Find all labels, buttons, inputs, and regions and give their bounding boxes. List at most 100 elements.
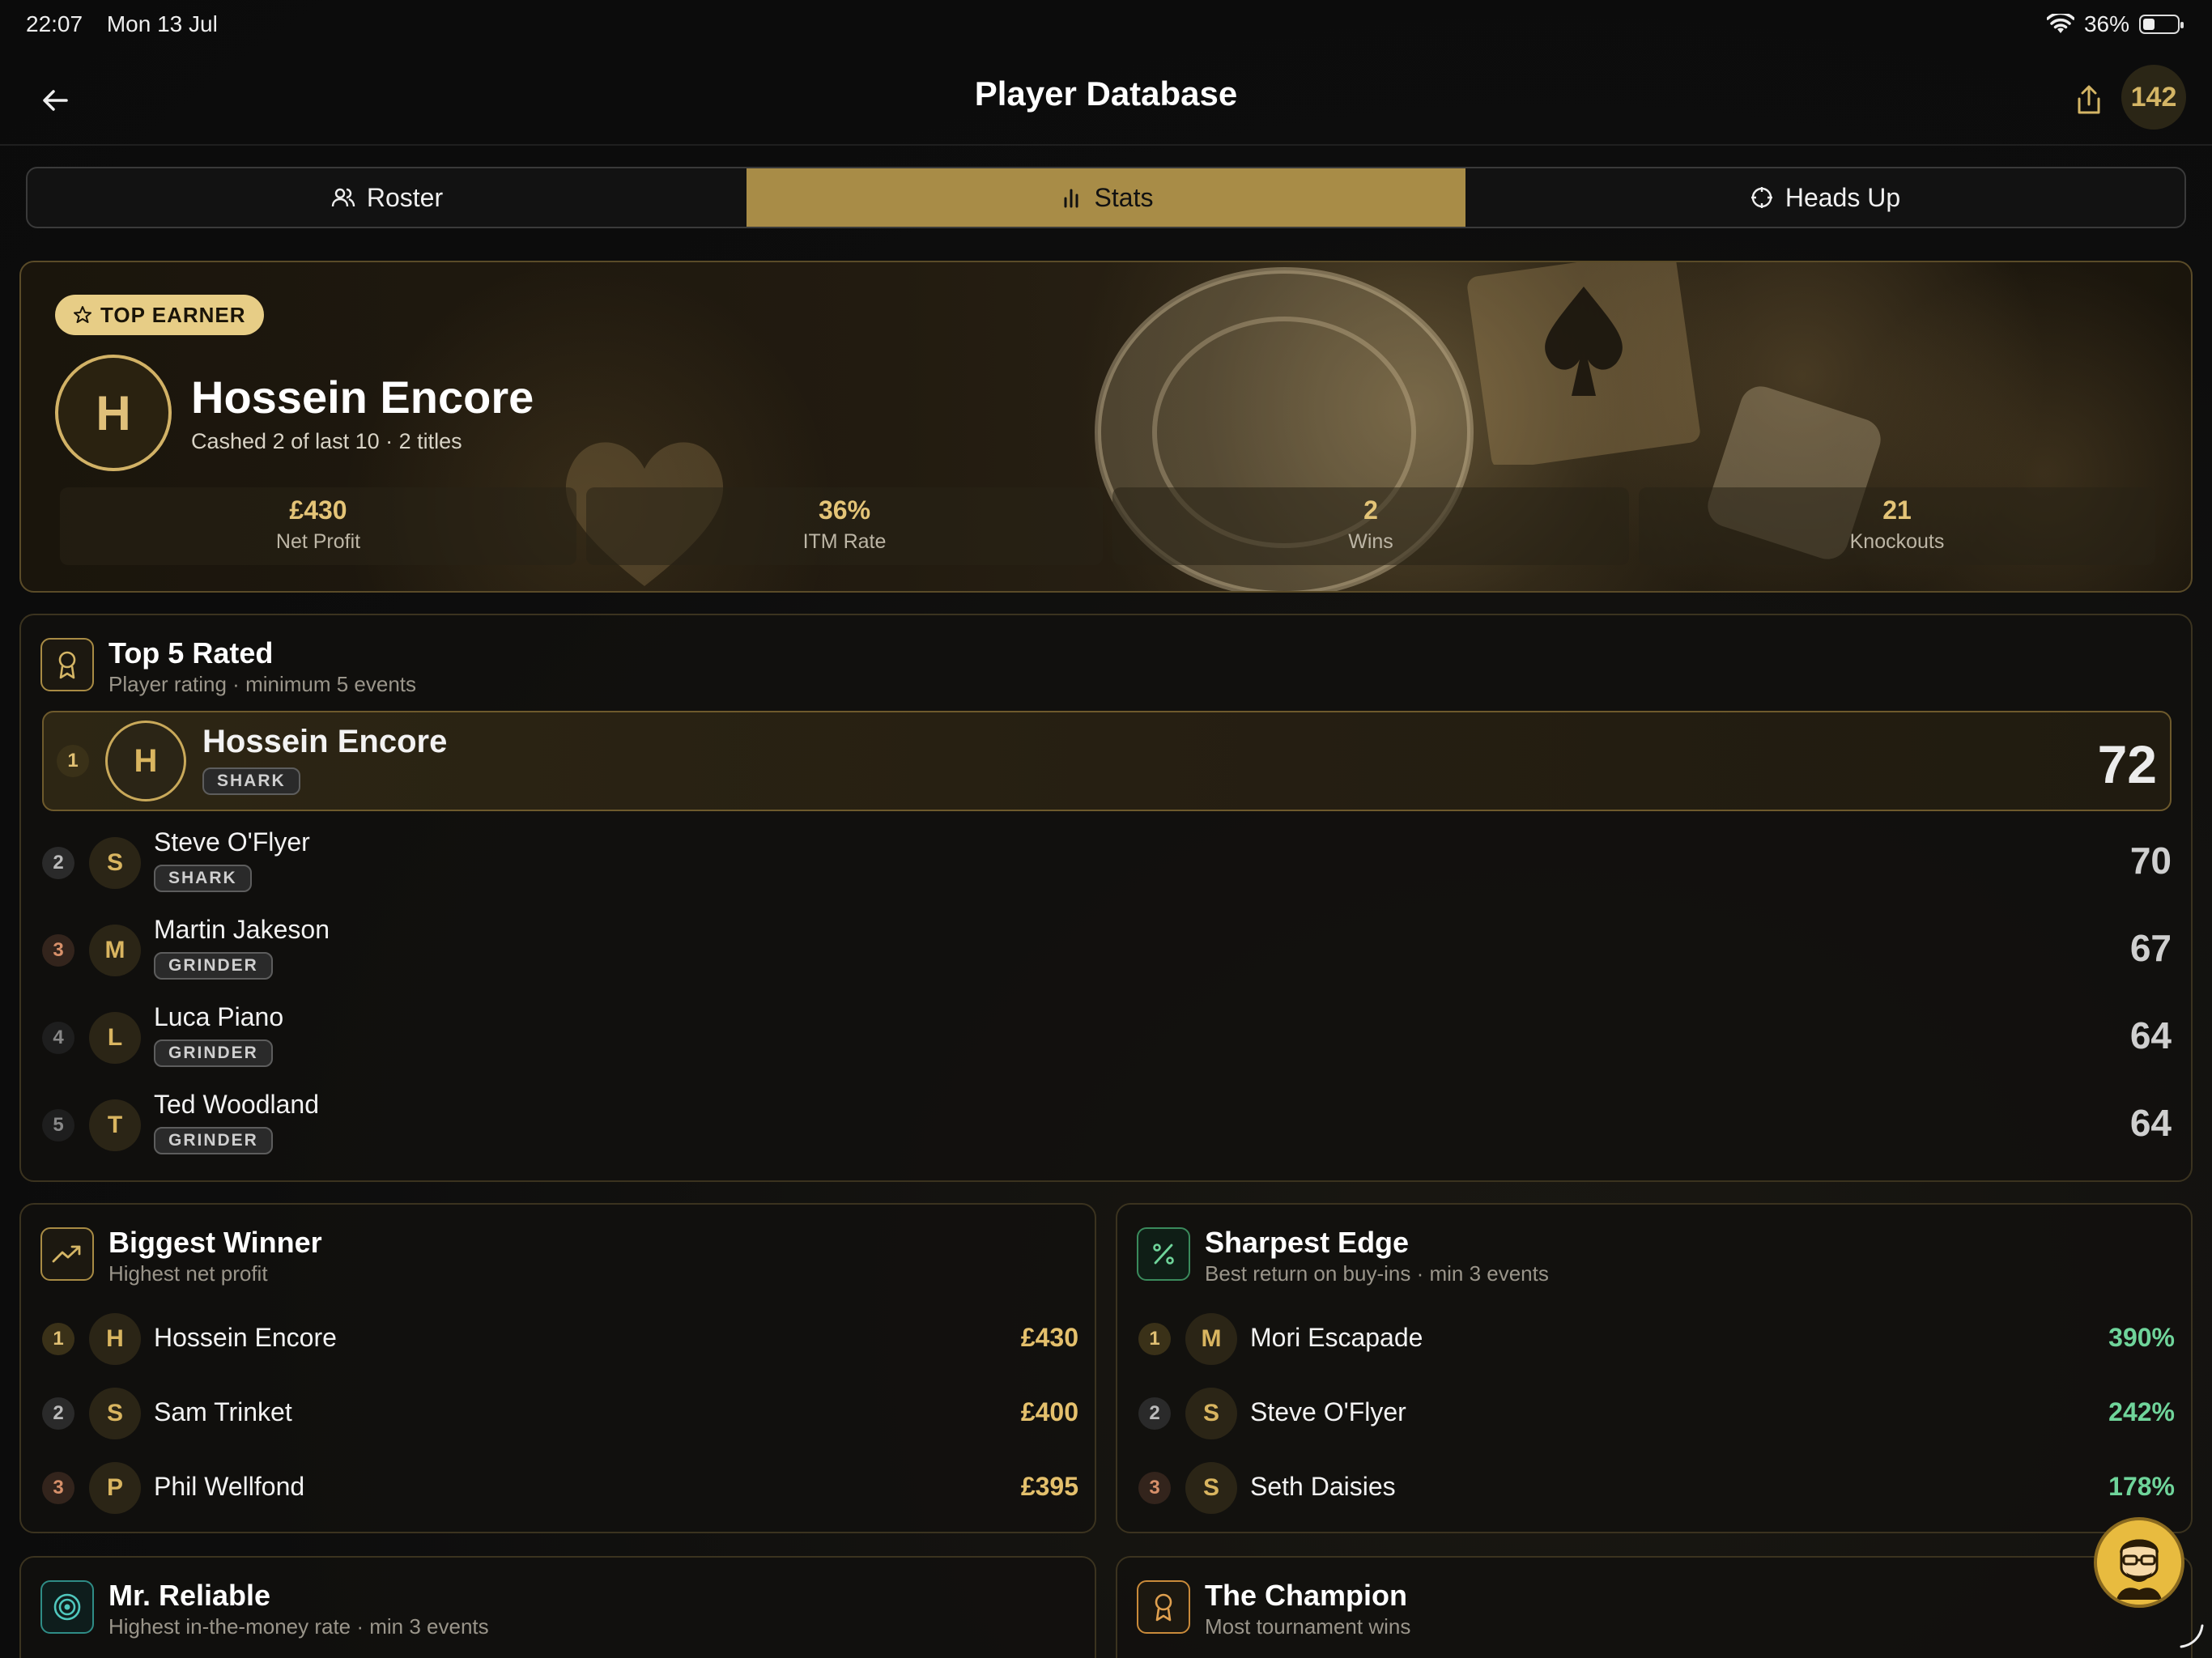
top-earner-label: TOP EARNER <box>100 302 246 327</box>
card-subtitle: Best return on buy-ins · min 3 events <box>1205 1261 1549 1286</box>
tab-stats-label: Stats <box>1094 182 1154 212</box>
card-title: Sharpest Edge <box>1205 1226 1410 1259</box>
segmented-tabs: Roster Stats Heads Up <box>26 167 2186 228</box>
avatar: S <box>89 1388 141 1439</box>
player-name: Phil Wellfond <box>154 1472 305 1501</box>
stat-value: 36% <box>818 495 871 525</box>
award-icon <box>1137 1580 1190 1634</box>
avatar: L <box>89 1012 141 1064</box>
card-title: Top 5 Rated <box>108 636 274 670</box>
top-rated-row-1[interactable]: 1 H Hossein Encore SHARK 72 <box>42 711 2172 811</box>
hero-avatar: H <box>55 355 172 471</box>
award-icon <box>40 638 94 691</box>
card-subtitle: Highest in-the-money rate · min 3 events <box>108 1614 489 1639</box>
stat-value: 2 <box>1363 495 1378 525</box>
player-name: Luca Piano <box>154 1002 284 1031</box>
the-champion-card: The Champion Most tournament wins <box>1116 1556 2193 1658</box>
trending-up-icon <box>40 1227 94 1281</box>
tab-roster-label: Roster <box>366 182 444 212</box>
mr-reliable-card: Mr. Reliable Highest in-the-money rate ·… <box>19 1556 1096 1658</box>
rank-badge: 2 <box>42 1397 74 1430</box>
page-title: Player Database <box>974 74 1238 113</box>
rank-badge: 1 <box>1138 1323 1171 1355</box>
stat-label: Net Profit <box>275 530 361 553</box>
player-score: 67 <box>2129 927 2172 969</box>
stat-value: 21 <box>1882 495 1912 525</box>
biggest-winner-row-2[interactable]: 2 S Sam Trinket £400 <box>42 1381 1078 1446</box>
top-rated-row-2[interactable]: 2 S Steve O'Flyer SHARK 70 <box>42 819 2172 907</box>
player-name: Steve O'Flyer <box>154 827 310 857</box>
rank-badge: 2 <box>1138 1397 1171 1430</box>
biggest-winner-card: Biggest Winner Highest net profit 1 H Ho… <box>19 1203 1096 1533</box>
player-value: £430 <box>1020 1323 1078 1352</box>
battery-fill <box>2143 19 2155 30</box>
stat-net-profit: £430 Net Profit <box>60 487 576 565</box>
player-tag: GRINDER <box>154 1039 273 1067</box>
sharpest-edge-row-1[interactable]: 1 M Mori Escapade 390% <box>1138 1307 2175 1371</box>
share-icon <box>2078 85 2100 114</box>
avatar: H <box>105 721 186 801</box>
hero-subtitle: Cashed 2 of last 10 · 2 titles <box>191 429 462 453</box>
player-value: 178% <box>2108 1472 2175 1501</box>
player-name: Mori Escapade <box>1250 1323 1423 1352</box>
rank-badge: 3 <box>42 1472 74 1504</box>
scroll-corner-icon <box>2180 1624 2204 1648</box>
tab-heads-up[interactable]: Heads Up <box>1465 168 2184 227</box>
player-value: 390% <box>2108 1323 2175 1352</box>
stat-knockouts: 21 Knockouts <box>1639 487 2155 565</box>
status-right: 36% <box>2046 11 2184 37</box>
biggest-winner-row-3[interactable]: 3 P Phil Wellfond £395 <box>42 1456 1078 1520</box>
player-name: Seth Daisies <box>1250 1472 1396 1501</box>
share-button[interactable] <box>2066 78 2112 123</box>
player-value: £395 <box>1020 1472 1078 1501</box>
status-left: 22:07 Mon 13 Jul <box>26 11 236 37</box>
sharpest-edge-row-2[interactable]: 2 S Steve O'Flyer 242% <box>1138 1381 2175 1446</box>
tab-stats[interactable]: Stats <box>747 168 1465 227</box>
status-date: Mon 13 Jul <box>106 11 218 36</box>
card-title: Mr. Reliable <box>108 1579 271 1612</box>
card-subtitle: Most tournament wins <box>1205 1614 1411 1639</box>
tab-heads-up-label: Heads Up <box>1784 182 1901 212</box>
player-value: £400 <box>1020 1397 1078 1426</box>
battery-percent: 36% <box>2083 11 2129 36</box>
rank-badge: 3 <box>42 934 74 967</box>
player-name: Ted Woodland <box>154 1090 319 1119</box>
users-icon <box>331 188 355 207</box>
top-rated-row-5[interactable]: 5 T Ted Woodland GRINDER 64 <box>42 1082 2172 1169</box>
wifi-icon <box>2046 14 2074 33</box>
top-rated-row-3[interactable]: 3 M Martin Jakeson GRINDER 67 <box>42 907 2172 994</box>
player-name: Martin Jakeson <box>154 915 330 944</box>
avatar: S <box>1185 1388 1237 1439</box>
percent-icon <box>1137 1227 1190 1281</box>
assistant-avatar-button[interactable] <box>2094 1517 2184 1608</box>
hero-player-name: Hossein Encore <box>191 372 534 423</box>
star-icon <box>74 306 91 323</box>
card-subtitle: Highest net profit <box>108 1261 268 1286</box>
top-5-rated-card: Top 5 Rated Player rating · minimum 5 ev… <box>19 614 2193 1182</box>
nav-bar: Player Database 142 <box>0 50 2212 146</box>
top-earner-card[interactable]: TOP EARNER H Hossein Encore Cashed 2 of … <box>19 261 2193 593</box>
player-score: 72 <box>2097 734 2157 794</box>
player-name: Sam Trinket <box>154 1397 292 1426</box>
assistant-avatar-icon <box>2097 1520 2181 1605</box>
stat-itm-rate: 36% ITM Rate <box>586 487 1103 565</box>
player-score: 64 <box>2129 1102 2172 1144</box>
biggest-winner-row-1[interactable]: 1 H Hossein Encore £430 <box>42 1307 1078 1371</box>
player-tag: GRINDER <box>154 1127 273 1154</box>
avatar: S <box>89 837 141 889</box>
avatar: M <box>89 925 141 976</box>
card-subtitle: Player rating · minimum 5 events <box>108 672 417 696</box>
player-score: 70 <box>2129 840 2172 882</box>
player-name: Hossein Encore <box>202 724 448 759</box>
target-icon <box>40 1580 94 1634</box>
player-count-badge[interactable]: 142 <box>2121 65 2186 130</box>
top-earner-badge: TOP EARNER <box>55 295 264 335</box>
crosshair-icon <box>1750 187 1772 208</box>
top-rated-row-4[interactable]: 4 L Luca Piano GRINDER 64 <box>42 994 2172 1082</box>
tab-roster[interactable]: Roster <box>28 168 747 227</box>
avatar: M <box>1185 1313 1237 1365</box>
sharpest-edge-row-3[interactable]: 3 S Seth Daisies 178% <box>1138 1456 2175 1520</box>
rank-badge: 2 <box>42 847 74 879</box>
status-time: 22:07 <box>26 11 83 36</box>
spade-card-decoration <box>1467 262 1700 465</box>
